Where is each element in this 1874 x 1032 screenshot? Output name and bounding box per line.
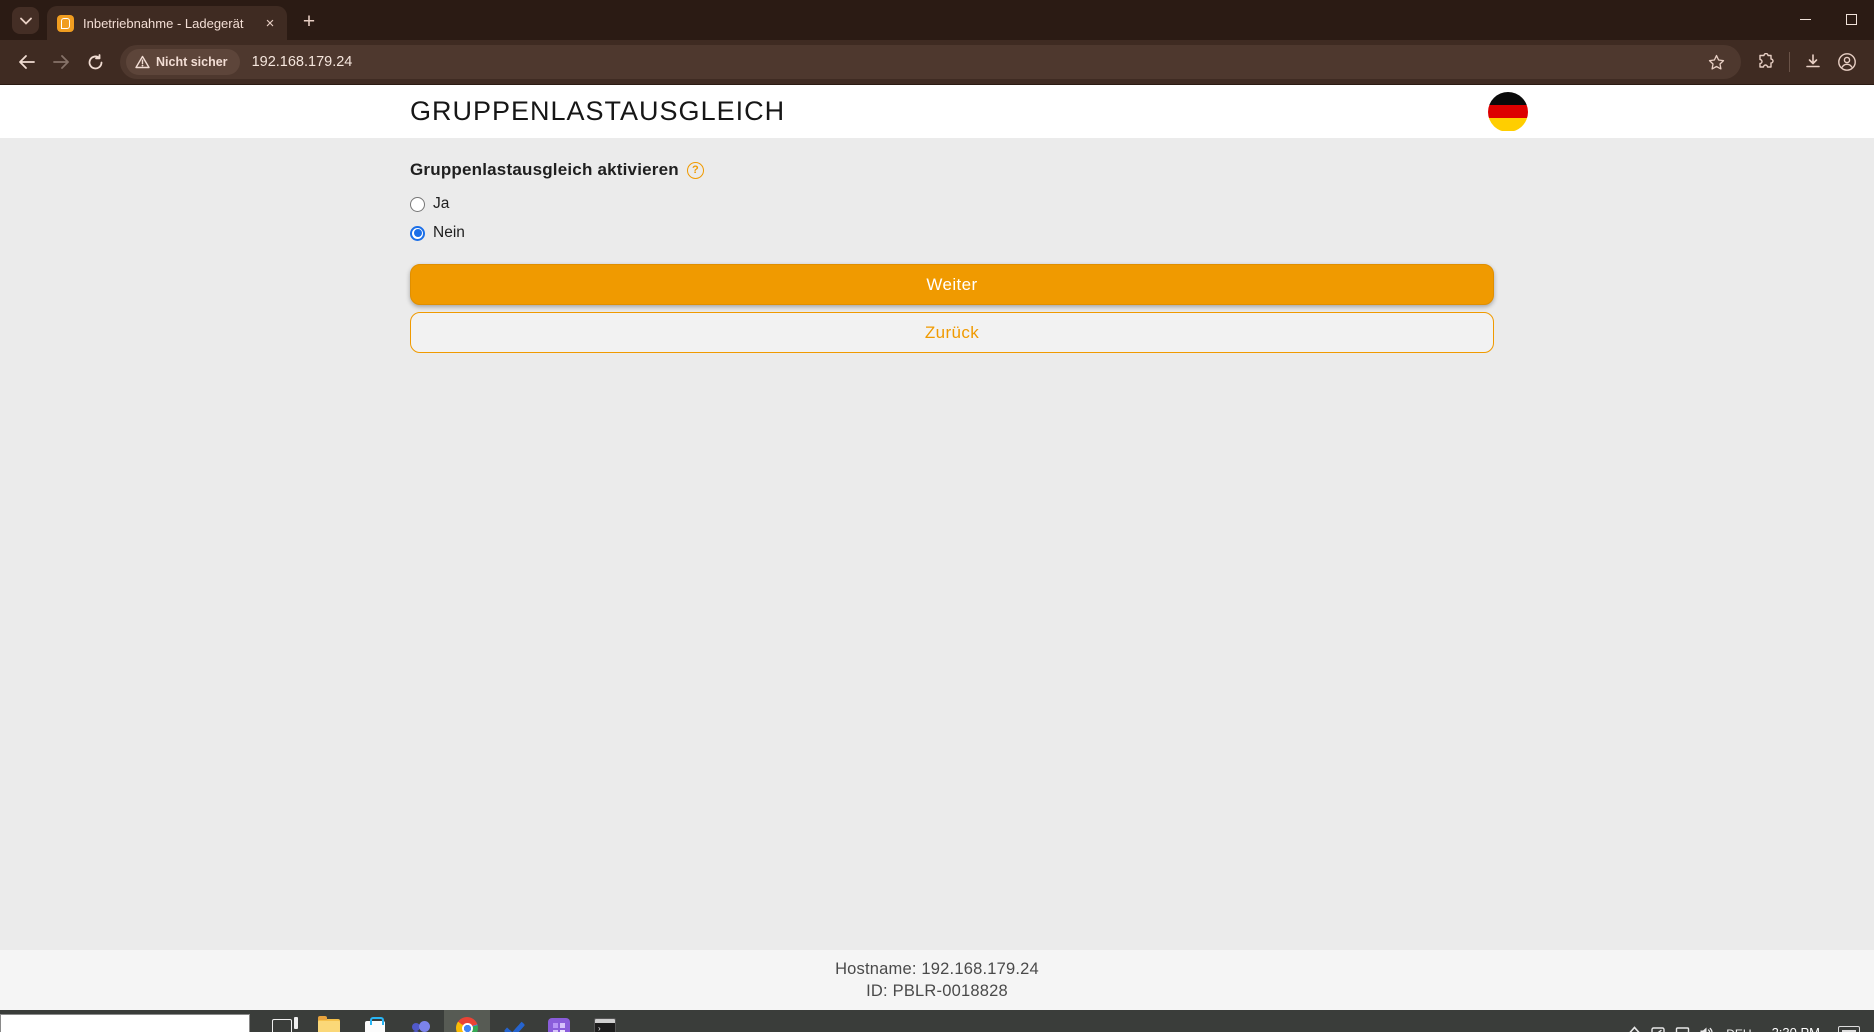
url-text: 192.168.179.24 — [252, 54, 1701, 70]
network-button[interactable] — [1670, 1023, 1694, 1032]
new-tab-button[interactable]: + — [295, 8, 323, 36]
taskbar-search-input[interactable]: Search — [0, 1014, 250, 1032]
site-favicon-icon — [57, 15, 74, 32]
microsoft-store-icon — [365, 1021, 385, 1032]
tab-title: Inbetriebnahme - Ladegerät — [83, 16, 261, 31]
bookmark-star-button[interactable] — [1701, 47, 1731, 77]
system-tray: DEU 2:30 PM — [1622, 1018, 1874, 1032]
radio-option-ja[interactable]: Ja — [410, 193, 1494, 215]
profile-button[interactable] — [1830, 45, 1864, 79]
download-icon — [1804, 53, 1822, 71]
forward-arrow-icon — [52, 54, 70, 70]
screen: Inbetriebnahme - Ladegerät × + — [0, 0, 1874, 1032]
minimize-button[interactable] — [1782, 0, 1828, 38]
security-chip[interactable]: Nicht sicher — [126, 49, 240, 75]
chevron-down-icon — [20, 17, 32, 25]
maximize-icon — [1846, 14, 1857, 25]
back-arrow-icon — [18, 54, 36, 70]
volume-button[interactable] — [1694, 1023, 1718, 1032]
extensions-button[interactable] — [1749, 45, 1783, 79]
downloads-button[interactable] — [1796, 45, 1830, 79]
browser-tab-active[interactable]: Inbetriebnahme - Ladegerät × — [47, 6, 287, 40]
page-title: GRUPPENLASTAUSGLEICH — [410, 96, 1488, 127]
tab-search-button[interactable] — [12, 7, 39, 34]
microsoft-store-button[interactable] — [352, 1010, 398, 1032]
teams-icon — [410, 1019, 432, 1032]
network-icon — [1675, 1026, 1690, 1032]
purple-tiles-icon — [548, 1018, 570, 1032]
flag-stripe-gold — [1488, 118, 1528, 131]
window-controls — [1782, 0, 1874, 38]
todo-app-button[interactable] — [490, 1010, 536, 1032]
teams-button[interactable] — [398, 1010, 444, 1032]
security-chip-label: Nicht sicher — [156, 55, 228, 69]
radio-selected-icon[interactable] — [410, 226, 425, 241]
radio-unselected-icon[interactable] — [410, 197, 425, 212]
radio-label-nein: Nein — [433, 224, 465, 242]
profile-icon — [1837, 52, 1857, 72]
footer-device-id: ID: PBLR-0018828 — [866, 982, 1008, 1001]
radio-group: Ja Nein — [410, 193, 1494, 244]
windows-taskbar: Search — [0, 1010, 1874, 1032]
flag-stripe-red — [1488, 105, 1528, 118]
radio-label-ja: Ja — [433, 195, 449, 213]
browser-tabstrip: Inbetriebnahme - Ladegerät × + — [0, 0, 1874, 40]
german-flag-language-icon[interactable] — [1488, 92, 1528, 132]
minimize-icon — [1800, 19, 1811, 20]
weiter-button[interactable]: Weiter — [410, 264, 1494, 305]
main-content: Gruppenlastausgleich aktivieren ? Ja Nei… — [0, 138, 1874, 950]
flag-stripe-black — [1488, 92, 1528, 105]
file-explorer-button[interactable] — [306, 1010, 352, 1032]
todo-check-icon — [502, 1018, 524, 1032]
toolbar-divider — [1789, 52, 1790, 72]
hidden-icons-button[interactable] — [1622, 1023, 1646, 1032]
browser-toolbar: Nicht sicher 192.168.179.24 — [0, 40, 1874, 85]
maximize-button[interactable] — [1828, 0, 1874, 38]
puzzle-icon — [1757, 53, 1775, 71]
tab-close-icon[interactable]: × — [261, 14, 279, 32]
file-explorer-icon — [318, 1019, 340, 1032]
question-label: Gruppenlastausgleich aktivieren — [410, 160, 679, 180]
question-row: Gruppenlastausgleich aktivieren ? — [410, 160, 1494, 180]
page-header: GRUPPENLASTAUSGLEICH — [0, 85, 1874, 138]
star-icon — [1708, 54, 1725, 71]
chevron-up-icon — [1629, 1026, 1640, 1032]
forward-button[interactable] — [44, 45, 78, 79]
keyboard-language-indicator[interactable]: DEU — [1718, 1023, 1759, 1032]
notification-center-icon[interactable] — [1838, 1026, 1860, 1032]
address-bar[interactable]: Nicht sicher 192.168.179.24 — [120, 45, 1741, 79]
warning-triangle-icon — [135, 55, 150, 69]
office-app-button[interactable] — [536, 1010, 582, 1032]
help-icon[interactable]: ? — [687, 162, 704, 179]
reload-icon — [87, 54, 104, 71]
radio-option-nein[interactable]: Nein — [410, 222, 1494, 244]
task-view-icon — [272, 1019, 292, 1032]
taskbar-clock[interactable]: 2:30 PM — [1760, 1023, 1832, 1032]
footer-hostname: Hostname: 192.168.179.24 — [835, 960, 1039, 979]
ink-workspace-button[interactable] — [1646, 1023, 1670, 1032]
command-prompt-button[interactable] — [582, 1010, 628, 1032]
zurueck-button[interactable]: Zurück — [410, 312, 1494, 353]
taskbar-app-icons — [260, 1010, 628, 1032]
command-prompt-icon — [594, 1018, 616, 1032]
page-footer: Hostname: 192.168.179.24 ID: PBLR-001882… — [0, 950, 1874, 1010]
pen-icon — [1651, 1026, 1665, 1032]
task-view-button[interactable] — [260, 1010, 306, 1032]
back-button[interactable] — [10, 45, 44, 79]
speaker-icon — [1699, 1026, 1714, 1032]
chrome-button-active[interactable] — [444, 1010, 490, 1032]
reload-button[interactable] — [78, 45, 112, 79]
chrome-icon — [456, 1017, 478, 1032]
